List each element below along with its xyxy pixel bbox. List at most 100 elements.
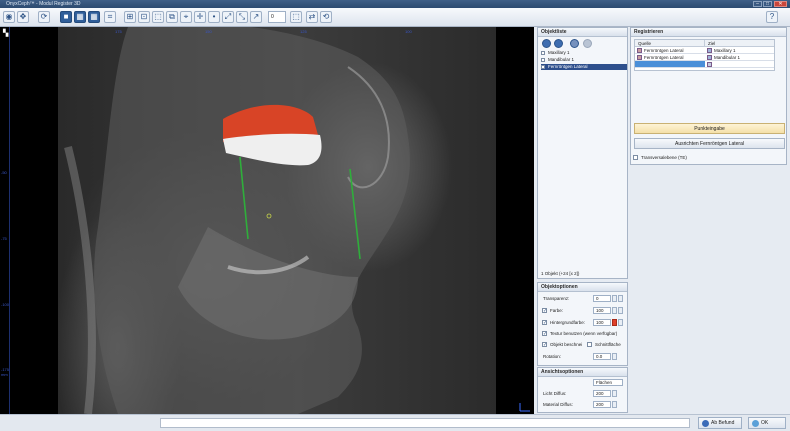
move-down-icon[interactable]: [583, 39, 592, 48]
rotation-spinner[interactable]: [612, 353, 617, 360]
zoom-icon[interactable]: ⤢: [222, 11, 234, 23]
viewpoint-icon[interactable]: ◉: [3, 11, 15, 23]
list-item[interactable]: Mandibular 1: [541, 57, 627, 63]
target-icon[interactable]: ✛: [194, 11, 206, 23]
transparenz-dropdown[interactable]: [618, 295, 623, 302]
transparenz-input[interactable]: 0: [593, 295, 611, 302]
scan-icon[interactable]: ⊡: [138, 11, 150, 23]
cancel-icon: [702, 420, 709, 427]
column-header-quelle[interactable]: Quelle: [635, 40, 705, 47]
viewport-3d[interactable]: -50 -75 -100 -175 mm 175 150 125 100 ▚: [0, 27, 534, 414]
farbe-input[interactable]: 100: [593, 307, 611, 314]
crop-icon[interactable]: ⌗: [104, 11, 116, 23]
model-icon[interactable]: ⬚: [152, 11, 164, 23]
transversalebene-checkbox[interactable]: [633, 155, 638, 160]
registration-table: Quelle Ziel Fernröntgen Lateral Maxillar…: [634, 39, 775, 71]
xray-icon: [637, 48, 642, 53]
table-cell-quelle[interactable]: Fernröntgen Lateral: [635, 47, 705, 54]
ok-button[interactable]: OK: [748, 417, 786, 429]
ok-label: OK: [761, 420, 769, 426]
layout-grid-icon[interactable]: ▦: [88, 11, 100, 23]
ansichtsoptionen-title: Ansichtsoptionen: [538, 368, 627, 377]
measure-icon[interactable]: ⤡: [236, 11, 248, 23]
licht-input[interactable]: 200: [593, 390, 611, 397]
align-icon[interactable]: ⊞: [124, 11, 136, 23]
objekt-beschnei-checkbox[interactable]: ✓: [542, 342, 547, 348]
hintergrund-label: Hintergrundfarbe:: [550, 320, 586, 325]
ruler-left: -50 -75 -100 -175 mm: [0, 27, 10, 414]
objektoptionen-title: Objektoptionen: [538, 283, 627, 292]
table-cell-ziel[interactable]: [705, 61, 774, 68]
abbruch-button[interactable]: Ab Befund: [698, 417, 742, 429]
cell-text: Fernröntgen Lateral: [644, 55, 684, 60]
registration-icon[interactable]: ⌖: [180, 11, 192, 23]
transparenz-spinner[interactable]: [612, 295, 617, 302]
textur-checkbox[interactable]: ✓: [542, 331, 547, 337]
list-item[interactable]: Maxillary 1: [541, 50, 627, 56]
window-title: OnyxCeph™ - Modul Register 3D: [6, 1, 81, 7]
ausrichten-button[interactable]: Ausrichten Fernröntgen Lateral: [634, 138, 785, 149]
status-field: [160, 418, 690, 428]
layout-single-icon[interactable]: ■: [60, 11, 72, 23]
maximize-button[interactable]: □: [763, 1, 772, 7]
material-input[interactable]: 200: [593, 401, 611, 408]
spine-shape: [64, 146, 96, 414]
snap-icon[interactable]: ⬚: [290, 11, 302, 23]
layout-quad-icon[interactable]: ▦: [74, 11, 86, 23]
link-icon[interactable]: ⇄: [306, 11, 318, 23]
help-icon[interactable]: ?: [766, 11, 778, 23]
ruler-label: 100: [405, 29, 412, 34]
item-label: Maxillary 1: [548, 50, 570, 55]
slice-input[interactable]: 0: [268, 11, 286, 23]
rotate-view-icon[interactable]: ⟲: [320, 11, 332, 23]
skull-outline: [64, 27, 410, 414]
table-cell-ziel[interactable]: Maxillary 1: [705, 47, 774, 54]
item-checkbox[interactable]: [541, 58, 545, 62]
column-header-ziel[interactable]: Ziel: [705, 40, 774, 47]
licht-spinner[interactable]: [612, 390, 617, 397]
mirror-icon[interactable]: ⧉: [166, 11, 178, 23]
close-button[interactable]: ✕: [774, 1, 787, 7]
render-mode-select[interactable]: Flächen: [593, 379, 623, 386]
ruler-label: 125: [300, 29, 307, 34]
point-icon[interactable]: •: [208, 11, 220, 23]
farbe-checkbox[interactable]: ✓: [542, 308, 547, 314]
item-checkbox[interactable]: [541, 51, 545, 55]
material-spinner[interactable]: [612, 401, 617, 408]
table-cell-quelle[interactable]: Fernröntgen Lateral: [635, 54, 705, 61]
move-icon[interactable]: ✥: [17, 11, 29, 23]
table-cell-ziel[interactable]: Mandibular 1: [705, 54, 774, 61]
cell-text: Mandibular 1: [714, 55, 741, 60]
hintergrund-input[interactable]: 100: [593, 319, 611, 326]
ansichtsoptionen-panel: Ansichtsoptionen Flächen Licht Diffus: 2…: [537, 367, 628, 413]
schnittflaeche-checkbox[interactable]: [587, 342, 592, 347]
minimize-button[interactable]: –: [753, 1, 762, 7]
hintergrund-checkbox[interactable]: ✓: [542, 320, 547, 326]
list-item-selected[interactable]: Fernröntgen Lateral: [541, 64, 627, 70]
hintergrund-dropdown[interactable]: [618, 319, 623, 326]
registrieren-title: Registrieren: [631, 28, 786, 37]
farbe-dropdown[interactable]: [618, 307, 623, 314]
item-checkbox[interactable]: [541, 65, 545, 69]
ausrichten-label: Ausrichten Fernröntgen Lateral: [675, 141, 744, 147]
move-up-icon[interactable]: [570, 39, 579, 48]
ok-icon: [752, 420, 759, 427]
viewport-menu-icon[interactable]: ▚: [3, 30, 10, 37]
remove-object-icon[interactable]: [554, 39, 563, 48]
registrieren-panel: Registrieren Quelle Ziel Fernröntgen Lat…: [630, 27, 787, 165]
rotation-label: Rotation:: [543, 354, 562, 359]
table-cell-selected[interactable]: [635, 61, 705, 68]
punkteingabe-button[interactable]: Punkteingabe: [634, 123, 785, 134]
ruler-label: 150: [205, 29, 212, 34]
cell-text: Fernröntgen Lateral: [644, 48, 684, 53]
material-label: Material Diffus:: [543, 402, 573, 407]
dimension-icon[interactable]: ↗: [250, 11, 262, 23]
rotate-icon[interactable]: ⟳: [38, 11, 50, 23]
hintergrund-color-swatch[interactable]: [612, 319, 617, 326]
rotation-input[interactable]: 0.0: [593, 353, 611, 360]
ruler-label: -75: [1, 236, 7, 241]
schnittflaeche-label: Schnittfläche: [595, 342, 621, 347]
farbe-spinner[interactable]: [612, 307, 617, 314]
model-icon: [707, 55, 712, 60]
add-object-icon[interactable]: [542, 39, 551, 48]
